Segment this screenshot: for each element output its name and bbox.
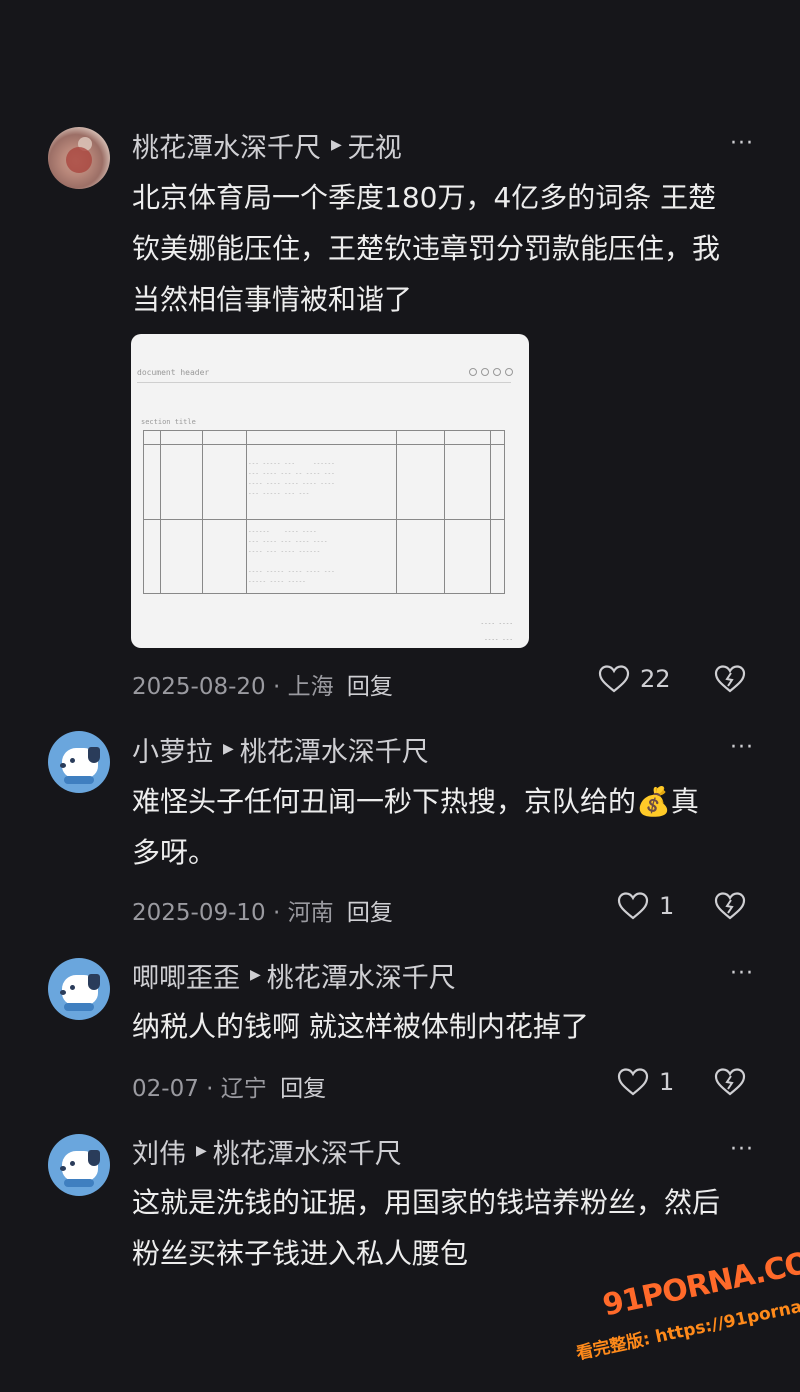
comment-header: 刘伟 ▶ 桃花潭水深千尺 — [132, 1131, 402, 1171]
reply-button[interactable]: 回复 — [347, 900, 393, 926]
reply-to-name[interactable]: 无视 — [348, 126, 402, 165]
author-name[interactable]: 桃花潭水深千尺 — [132, 126, 321, 165]
author-name[interactable]: 刘伟 — [132, 1132, 186, 1171]
reply-to-name[interactable]: 桃花潭水深千尺 — [213, 1132, 402, 1171]
comment-text-line: 多呀。 — [132, 836, 217, 869]
comment-text-line: 难怪头子任何丑闻一秒下热搜，京队给的💰真 — [132, 785, 699, 818]
ellipsis-icon[interactable]: ··· — [730, 961, 754, 986]
caret-right-icon: ▶ — [331, 137, 342, 153]
dislike-button[interactable] — [714, 664, 746, 698]
comment-text-line: 当然相信事情被和谐了 — [132, 283, 413, 316]
caret-right-icon: ▶ — [223, 741, 234, 757]
comment-date: 02-07 — [132, 1076, 199, 1102]
dislike-button[interactable] — [714, 1067, 746, 1101]
like-button[interactable]: 1 — [617, 1067, 674, 1097]
caret-right-icon: ▶ — [250, 967, 261, 983]
reply-to-name[interactable]: 桃花潭水深千尺 — [240, 730, 429, 769]
comment-location: 辽宁 — [220, 1076, 267, 1102]
comment-text-line: 这就是洗钱的证据，用国家的钱培养粉丝，然后 — [132, 1186, 721, 1219]
comment-header: 小萝拉 ▶ 桃花潭水深千尺 — [132, 729, 429, 769]
broken-heart-icon — [714, 665, 746, 693]
reply-to-name[interactable]: 桃花潭水深千尺 — [267, 956, 456, 995]
comment-text: 难怪头子任何丑闻一秒下热搜，京队给的💰真 多呀。 — [132, 776, 762, 878]
heart-icon — [617, 892, 649, 920]
comment-text: 北京体育局一个季度180万，4亿多的词条 王楚 钦美娜能压住，王楚钦违章罚分罚款… — [132, 172, 762, 325]
comment-meta: 2025-09-10 · 河南 回复 — [132, 900, 393, 926]
comment-location: 上海 — [287, 674, 334, 700]
author-name[interactable]: 小萝拉 — [132, 730, 213, 769]
attached-document-image[interactable]: document header section title --- ----- … — [131, 334, 529, 648]
ellipsis-icon[interactable]: ··· — [730, 1137, 754, 1162]
comment-text: 纳税人的钱啊 就这样被体制内花掉了 — [132, 1001, 762, 1052]
comment-meta: 02-07 · 辽宁 回复 — [132, 1076, 327, 1102]
comment-header: 桃花潭水深千尺 ▶ 无视 — [132, 125, 402, 165]
comment-header: 唧唧歪歪 ▶ 桃花潭水深千尺 — [132, 955, 456, 995]
broken-heart-icon — [714, 1068, 746, 1096]
dislike-button[interactable] — [714, 891, 746, 925]
like-count: 1 — [659, 1068, 675, 1096]
avatar[interactable] — [48, 127, 110, 189]
comment-text-line: 纳税人的钱啊 就这样被体制内花掉了 — [132, 1010, 589, 1043]
comment-location: 河南 — [287, 900, 334, 926]
document-table: --- ----- --- ------ --- ---- --- -- ---… — [143, 430, 505, 594]
reply-button[interactable]: 回复 — [347, 674, 393, 700]
comment-text-line: 钦美娜能压住，王楚钦违章罚分罚款能压住，我 — [132, 232, 721, 265]
avatar[interactable] — [48, 958, 110, 1020]
ellipsis-icon[interactable]: ··· — [730, 131, 754, 156]
comment-text-line: 北京体育局一个季度180万，4亿多的词条 王楚 — [132, 181, 717, 214]
avatar[interactable] — [48, 731, 110, 793]
comment-date: 2025-08-20 — [132, 674, 266, 700]
author-name[interactable]: 唧唧歪歪 — [132, 956, 240, 995]
comment-date: 2025-09-10 — [132, 900, 266, 926]
heart-icon — [598, 665, 630, 693]
like-count: 22 — [640, 665, 671, 693]
caret-right-icon: ▶ — [196, 1143, 207, 1159]
ellipsis-icon[interactable]: ··· — [730, 735, 754, 760]
like-button[interactable]: 1 — [617, 891, 674, 921]
comment-meta: 2025-08-20 · 上海 回复 — [132, 674, 393, 700]
avatar[interactable] — [48, 1134, 110, 1196]
like-count: 1 — [659, 892, 675, 920]
broken-heart-icon — [714, 892, 746, 920]
heart-icon — [617, 1068, 649, 1096]
like-button[interactable]: 22 — [598, 664, 671, 694]
reply-button[interactable]: 回复 — [280, 1076, 326, 1102]
